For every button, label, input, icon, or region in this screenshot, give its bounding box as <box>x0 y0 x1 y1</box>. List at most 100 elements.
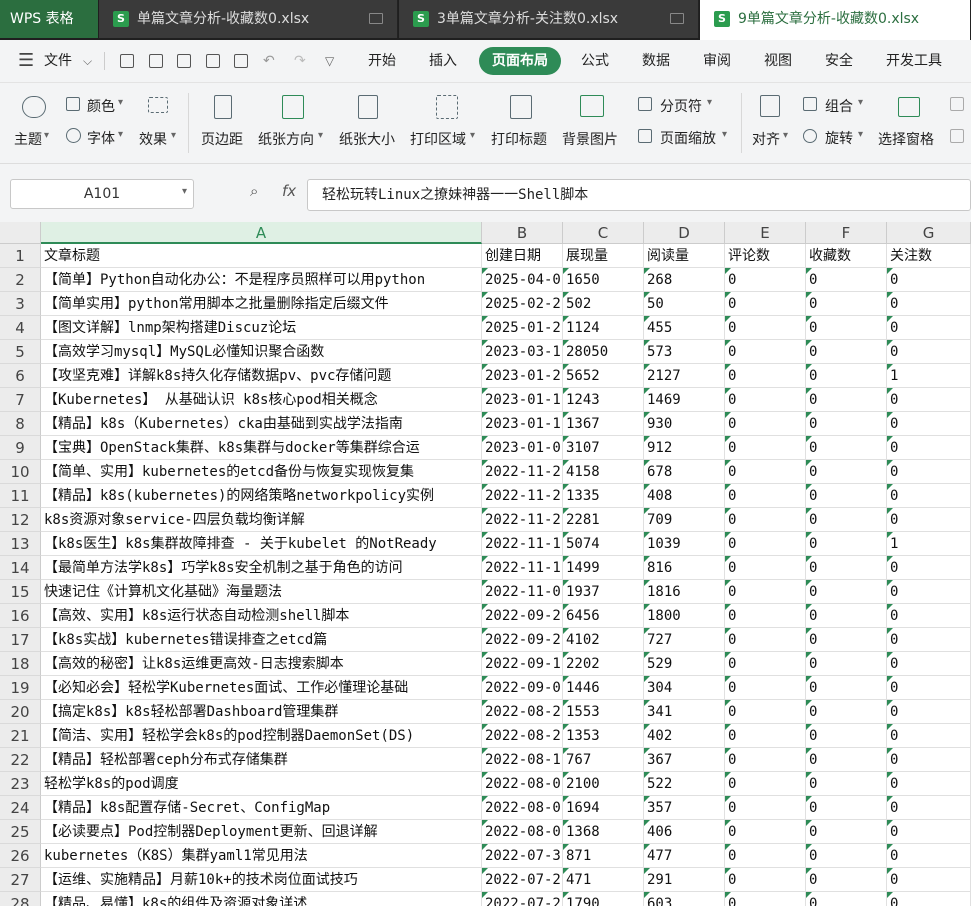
app-name[interactable]: WPS 表格 <box>0 0 98 38</box>
menu-page-layout[interactable]: 页面布局 <box>479 47 561 75</box>
cell-a[interactable]: 【高效、实用】k8s运行状态自动检测shell脚本 <box>41 604 482 628</box>
cell-g[interactable]: 0 <box>887 868 971 892</box>
cell-c[interactable]: 871 <box>563 844 644 868</box>
cell-d[interactable]: 573 <box>644 340 725 364</box>
cell-c[interactable]: 28050 <box>563 340 644 364</box>
cell-d[interactable]: 268 <box>644 268 725 292</box>
cell-d[interactable]: 529 <box>644 652 725 676</box>
cell-a[interactable]: 【攻坚克难】详解k8s持久化存储数据pv、pvc存储问题 <box>41 364 482 388</box>
row-header[interactable]: 10 <box>0 460 41 484</box>
cell-c[interactable]: 1446 <box>563 676 644 700</box>
cell-b[interactable]: 2022-11-1 <box>482 532 563 556</box>
tab-file-3[interactable]: S 9单篇文章分析-收藏数0.xlsx <box>700 0 971 40</box>
cell-b[interactable]: 2022-07-2 <box>482 868 563 892</box>
cell-a[interactable]: 【简单实用】python常用脚本之批量删除指定后缀文件 <box>41 292 482 316</box>
cell-g[interactable]: 0 <box>887 820 971 844</box>
row-header[interactable]: 12 <box>0 508 41 532</box>
cell-b[interactable]: 2022-11-1 <box>482 556 563 580</box>
hamburger-icon[interactable]: ☰ <box>18 40 34 82</box>
cell-e[interactable]: 0 <box>725 796 806 820</box>
cell-g[interactable]: 0 <box>887 892 971 906</box>
cell-a[interactable]: 快速记住《计算机文化基础》海量题法 <box>41 580 482 604</box>
redo-icon[interactable]: ↷ <box>294 40 306 82</box>
cell-d[interactable]: 408 <box>644 484 725 508</box>
column-header-a[interactable]: A <box>41 222 482 244</box>
row-header[interactable]: 23 <box>0 772 41 796</box>
cell-a[interactable]: 【k8s实战】kubernetes错误排查之etcd篇 <box>41 628 482 652</box>
cell-c[interactable]: 1499 <box>563 556 644 580</box>
cell-c[interactable]: 1937 <box>563 580 644 604</box>
cell-c[interactable]: 2202 <box>563 652 644 676</box>
name-box-dropdown-icon[interactable]: ▾ <box>182 186 187 197</box>
cell-d[interactable]: 357 <box>644 796 725 820</box>
column-header-g[interactable]: G <box>887 222 971 244</box>
cell-g[interactable]: 关注数 <box>887 244 971 268</box>
cell-f[interactable]: 收藏数 <box>806 244 887 268</box>
zoom-search-icon[interactable]: ⌕ <box>250 182 258 200</box>
cell-f[interactable]: 0 <box>806 868 887 892</box>
cell-f[interactable]: 0 <box>806 604 887 628</box>
cell-f[interactable]: 0 <box>806 892 887 906</box>
row-header[interactable]: 1 <box>0 244 41 268</box>
monitor-icon[interactable] <box>670 13 684 24</box>
cell-e[interactable]: 0 <box>725 484 806 508</box>
print-preview-icon[interactable] <box>234 54 248 68</box>
cell-a[interactable]: 【搞定k8s】k8s轻松部署Dashboard管理集群 <box>41 700 482 724</box>
cell-g[interactable]: 0 <box>887 604 971 628</box>
cell-b[interactable]: 2022-11-0 <box>482 580 563 604</box>
fx-icon[interactable]: fx <box>282 182 296 200</box>
cell-g[interactable]: 0 <box>887 340 971 364</box>
row-header[interactable]: 21 <box>0 724 41 748</box>
spreadsheet-grid[interactable]: A B C D E F G 1 文章标题 创建日期 展现量 阅读量 评论数 收藏数 关注数 2 【简单】Pyth… <box>0 222 971 906</box>
cell-g[interactable]: 0 <box>887 772 971 796</box>
cell-f[interactable]: 0 <box>806 436 887 460</box>
cell-a[interactable]: 【精品、易懂】k8s的组件及资源对象详述 <box>41 892 482 906</box>
column-header-f[interactable]: F <box>806 222 887 244</box>
cell-b[interactable]: 2022-07-3 <box>482 844 563 868</box>
cell-f[interactable]: 0 <box>806 412 887 436</box>
cell-a[interactable]: 【精品】轻松部署ceph分布式存储集群 <box>41 748 482 772</box>
cell-g[interactable]: 0 <box>887 628 971 652</box>
cell-f[interactable]: 0 <box>806 532 887 556</box>
cell-e[interactable]: 0 <box>725 436 806 460</box>
cell-c[interactable]: 展现量 <box>563 244 644 268</box>
cell-g[interactable]: 0 <box>887 484 971 508</box>
menu-home[interactable]: 开始 <box>368 40 396 82</box>
cell-b[interactable]: 2022-07-2 <box>482 892 563 906</box>
cell-a[interactable]: 轻松学k8s的pod调度 <box>41 772 482 796</box>
cell-e[interactable]: 0 <box>725 340 806 364</box>
cell-c[interactable]: 1694 <box>563 796 644 820</box>
cell-c[interactable]: 4102 <box>563 628 644 652</box>
cell-e[interactable]: 评论数 <box>725 244 806 268</box>
row-header[interactable]: 14 <box>0 556 41 580</box>
cell-f[interactable]: 0 <box>806 700 887 724</box>
menu-security[interactable]: 安全 <box>825 40 853 82</box>
formula-input[interactable]: 轻松玩转Linux之撩妹神器一一Shell脚本 <box>307 179 971 211</box>
tab-file-2[interactable]: S 3单篇文章分析-关注数0.xlsx <box>399 0 699 38</box>
undo-icon[interactable]: ↶ <box>263 40 275 82</box>
cell-a[interactable]: 【精品】k8s(kubernetes)的网络策略networkpolicy实例 <box>41 484 482 508</box>
cell-b[interactable]: 2022-09-2 <box>482 628 563 652</box>
cell-d[interactable]: 727 <box>644 628 725 652</box>
cell-d[interactable]: 912 <box>644 436 725 460</box>
menu-file[interactable]: 文件 <box>44 40 72 82</box>
name-box[interactable]: A101 <box>10 179 194 209</box>
cell-a[interactable]: 【图文详解】lnmp架构搭建Discuz论坛 <box>41 316 482 340</box>
cell-a[interactable]: 【k8s医生】k8s集群故障排查 - 关于kubelet 的NotReady <box>41 532 482 556</box>
cell-a[interactable]: 【Kubernetes】 从基础认识 k8s核心pod相关概念 <box>41 388 482 412</box>
row-header[interactable]: 15 <box>0 580 41 604</box>
cell-a[interactable]: 【精品】k8s（Kubernetes）cka由基础到实战学法指南 <box>41 412 482 436</box>
row-header[interactable]: 16 <box>0 604 41 628</box>
cell-e[interactable]: 0 <box>725 652 806 676</box>
cell-g[interactable]: 0 <box>887 268 971 292</box>
cell-e[interactable]: 0 <box>725 460 806 484</box>
cell-b[interactable]: 2025-04-0 <box>482 268 563 292</box>
cell-e[interactable]: 0 <box>725 844 806 868</box>
cell-f[interactable]: 0 <box>806 796 887 820</box>
save-icon[interactable] <box>149 54 163 68</box>
row-header[interactable]: 25 <box>0 820 41 844</box>
cell-f[interactable]: 0 <box>806 460 887 484</box>
cell-f[interactable]: 0 <box>806 316 887 340</box>
cell-c[interactable]: 502 <box>563 292 644 316</box>
cell-f[interactable]: 0 <box>806 628 887 652</box>
